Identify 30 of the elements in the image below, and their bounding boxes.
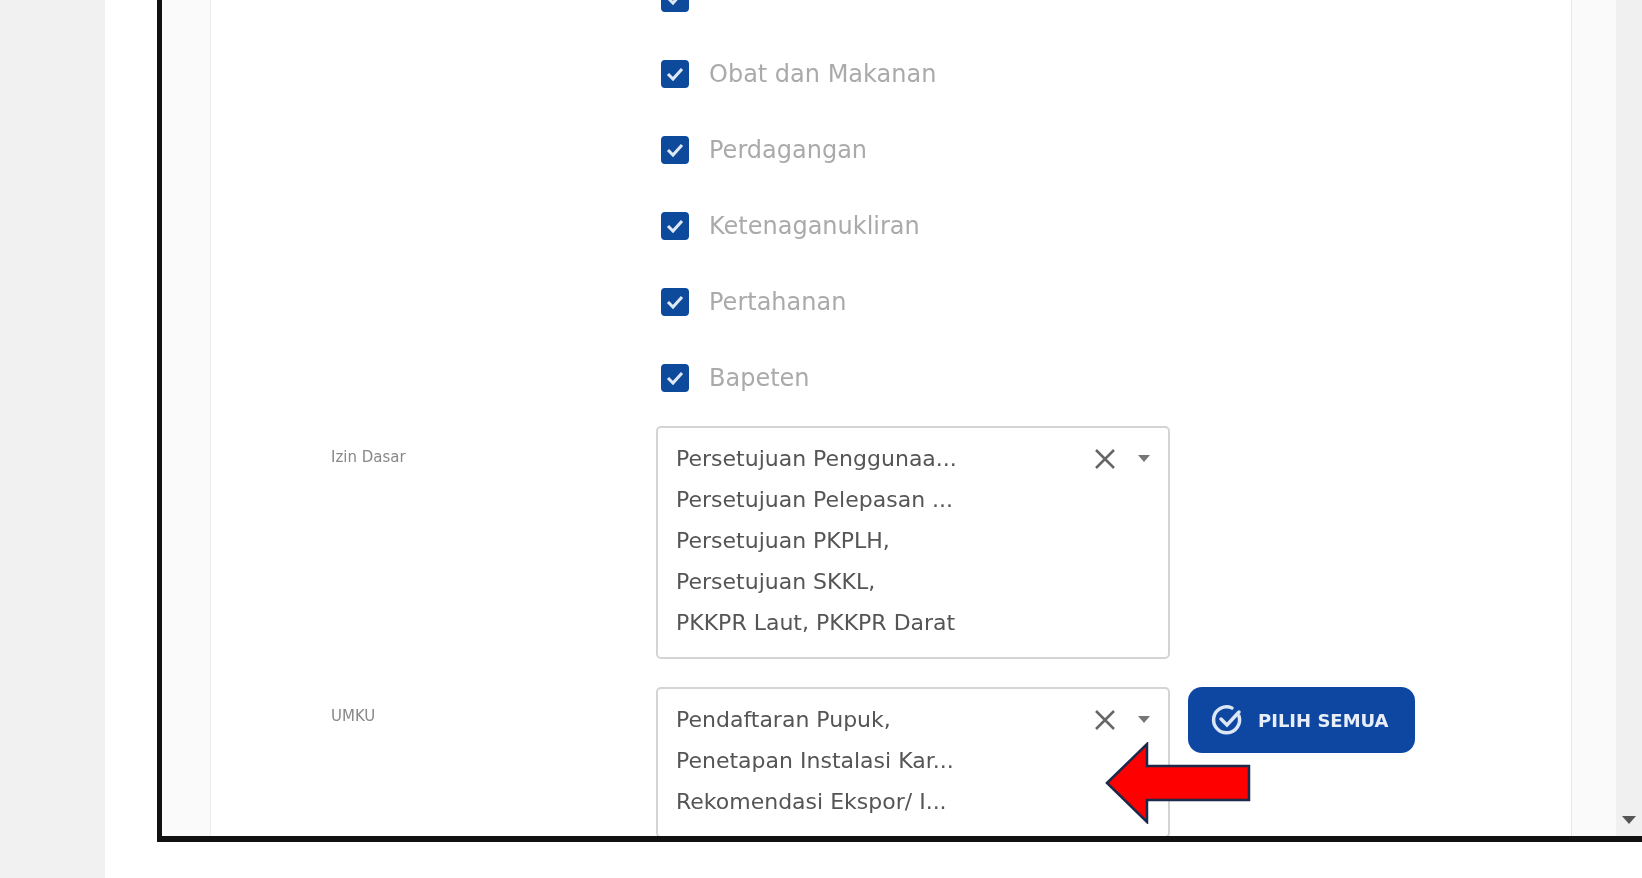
- select-all-button[interactable]: PILIH SEMUA: [1188, 687, 1415, 753]
- selected-value: Rekomendasi Ekspor/ I...: [676, 788, 948, 816]
- selected-value: Persetujuan Pelepasan ...: [676, 486, 955, 514]
- close-icon[interactable]: [1094, 447, 1116, 470]
- scroll-down-icon[interactable]: [1622, 816, 1636, 824]
- checkbox[interactable]: [661, 136, 689, 164]
- selected-value: Pendaftaran Pupuk,: [676, 706, 892, 734]
- checkbox[interactable]: [661, 212, 689, 240]
- selected-value: Penetapan Instalasi Kar...: [676, 747, 955, 775]
- checkbox-label: Pertahanan: [709, 288, 847, 316]
- checkbox[interactable]: [661, 364, 689, 392]
- checkbox[interactable]: [661, 288, 689, 316]
- checkbox-label: Obat dan Makanan: [709, 60, 937, 88]
- checkbox[interactable]: [661, 60, 689, 88]
- caret-icon[interactable]: [1138, 716, 1150, 723]
- checkbox-label: Perdagangan: [709, 136, 868, 164]
- multi-select-field[interactable]: Persetujuan Penggunaa... Persetujuan Pelepasan ... Persetujuan PKPLH, Persetujuan SKKL, PKKPR Laut, PKKPR Darat: [656, 426, 1170, 659]
- checkbox-label: Bapeten: [709, 364, 810, 392]
- scrollbar[interactable]: [1616, 0, 1642, 836]
- field-label: UMKU: [331, 707, 377, 725]
- selected-value: Persetujuan SKKL,: [676, 568, 877, 596]
- selected-value: Persetujuan PKPLH,: [676, 527, 891, 555]
- checkbox-label: Ketenaganukliran: [709, 212, 920, 240]
- close-icon[interactable]: [1094, 708, 1116, 731]
- selected-value: Persetujuan Penggunaa...: [676, 445, 958, 473]
- multi-select-field[interactable]: Pendaftaran Pupuk, Penetapan Instalasi Kar... Rekomendasi Ekspor/ I...: [656, 687, 1170, 836]
- caret-icon[interactable]: [1138, 455, 1150, 462]
- check-circle-icon: [1210, 703, 1244, 737]
- field-label: Izin Dasar: [331, 448, 407, 466]
- selected-value: PKKPR Laut, PKKPR Darat: [676, 609, 957, 637]
